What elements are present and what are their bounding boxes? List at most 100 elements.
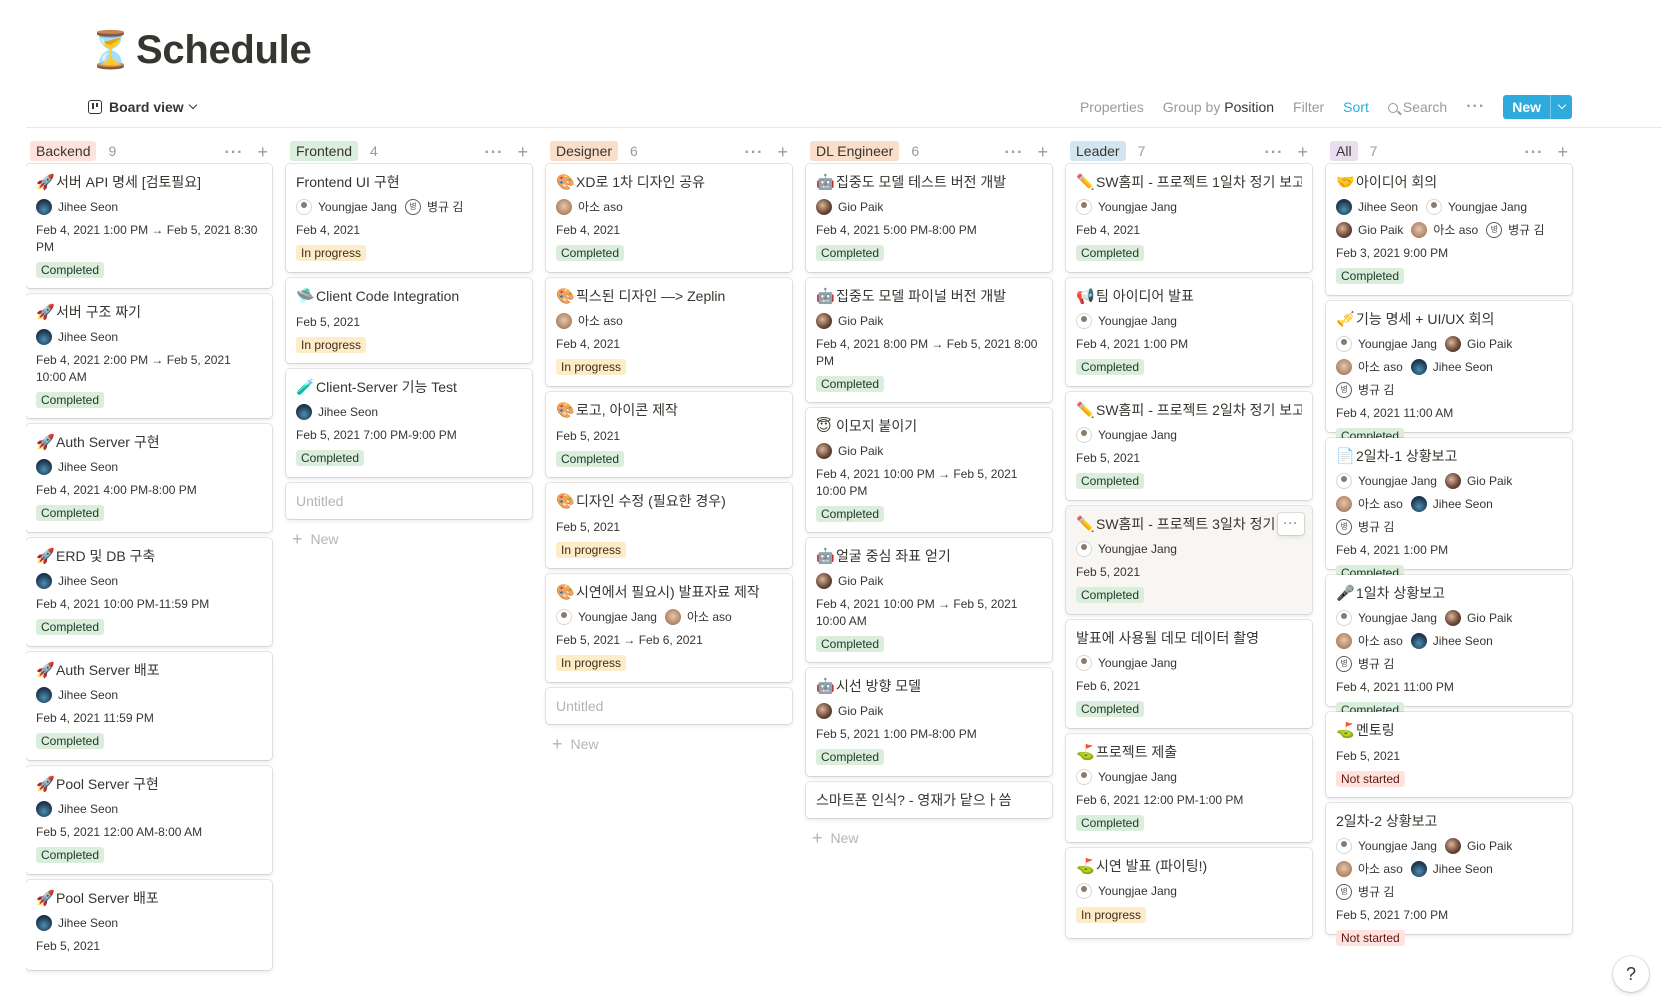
board-card[interactable]: 🎨 디자인 수정 (필요한 경우) Feb 5, 2021 In progress [546, 483, 792, 568]
board-card[interactable]: ✏️ SW홈피 - 프로젝트 1일차 정기 보고 Youngjae Jang Feb … [1066, 164, 1312, 272]
column-tag[interactable]: Frontend [290, 141, 359, 161]
board-card[interactable]: 🤖 집중도 모델 테스트 버전 개발 Gio Paik Feb 4, 2021 5:0… [806, 164, 1052, 272]
sort-button[interactable]: Sort [1343, 99, 1369, 115]
board-card[interactable]: 발표에 사용될 데모 데이터 촬영 Youngjae Jang Feb 6, 202… [1066, 620, 1312, 728]
card-title-text: XD로 1차 디자인 공유 [576, 174, 706, 190]
card-people: Youngjae Jang [1076, 427, 1302, 450]
person-tag: 병 병규 김 [1336, 519, 1394, 535]
person-tag: Gio Paik [816, 443, 883, 459]
board-card[interactable]: 스마트폰 인식? - 영재가 닽으ㅏ씀 [806, 782, 1052, 818]
board-card[interactable]: 🚀 Pool Server 구현 Jihee Seon Feb 5, 2021 12:… [26, 766, 272, 874]
board-card[interactable]: 🎨 로고, 아이콘 제작 Feb 5, 2021 Completed [546, 392, 792, 477]
board-card[interactable]: 🚀 Auth Server 배포 Jihee Seon Feb 4, 2021 11:… [26, 652, 272, 760]
filter-button[interactable]: Filter [1293, 99, 1324, 115]
board-card[interactable]: 🚀 서버 구조 짜기 Jihee Seon Feb 4, 2021 2:00 PM →… [26, 294, 272, 418]
board-card[interactable]: 🚀 Auth Server 구현 Jihee Seon Feb 4, 2021 4:0… [26, 424, 272, 532]
column-tag[interactable]: Designer [550, 141, 619, 161]
card-more-button[interactable]: ··· [1278, 513, 1304, 535]
board-card[interactable]: 🤖 얼굴 중심 좌표 얻기 Gio Paik Feb 4, 2021 10:00 PM… [806, 538, 1052, 662]
person-name: 아소 aso [578, 200, 623, 214]
group-by-button[interactable]: Group by Position [1163, 99, 1274, 115]
status-badge: Completed [1076, 815, 1145, 831]
add-card-button[interactable]: + New [552, 735, 599, 753]
more-options-button[interactable]: ··· [1466, 98, 1485, 116]
board-card[interactable]: 🛸 Client Code Integration Feb 5, 2021 In pr… [286, 278, 532, 363]
column-add-icon[interactable]: + [257, 142, 268, 163]
column-more-icon[interactable]: ··· [225, 144, 244, 162]
card-title-text: Client Code Integration [316, 288, 460, 304]
column-add-icon[interactable]: + [1297, 142, 1308, 163]
board-card[interactable]: 🎨 XD로 1차 디자인 공유 아소 aso Feb 4, 2021 Completed [546, 164, 792, 272]
add-card-button[interactable]: + New [292, 530, 339, 548]
properties-button[interactable]: Properties [1080, 99, 1144, 115]
column-add-icon[interactable]: + [1557, 142, 1568, 163]
column-tag[interactable]: Backend [30, 141, 97, 161]
card-people: Jihee Seon [36, 687, 262, 710]
board-card[interactable]: 🚀 서버 API 명세 [검토필요] Jihee Seon Feb 4, 2021 1… [26, 164, 272, 288]
new-button[interactable]: New [1503, 95, 1550, 119]
column-actions: ··· + [745, 142, 789, 163]
board-card[interactable]: 🧪 Client-Server 기능 Test Jihee Seon Feb 5, 2… [286, 369, 532, 477]
column-more-icon[interactable]: ··· [485, 144, 504, 162]
board-card[interactable]: 🤖 집중도 모델 파이널 버전 개발 Gio Paik Feb 4, 2021 8:0… [806, 278, 1052, 402]
hourglass-icon[interactable]: ⏳ [88, 29, 133, 71]
board-column: Leader 7 ··· + ✏️ SW홈피 - 프로젝트 1일차 정기 보고 Youngj… [1066, 136, 1314, 938]
column-add-icon[interactable]: + [777, 142, 788, 163]
card-title-text: Auth Server 배포 [56, 662, 160, 678]
board-card[interactable]: ⛳ 멘토링 Feb 5, 2021 Not started [1326, 712, 1572, 797]
board-card[interactable]: 📄 2일차-1 상황보고 Youngjae Jang Gio Paik 아소 aso Ji… [1326, 438, 1572, 581]
column-header: DL Engineer 6 ··· + [806, 136, 1054, 166]
column-header: Designer 6 ··· + [546, 136, 794, 166]
board-card[interactable]: ✏️ SW홈피 - 프로젝트 3일차 정기 보고 Youngjae Jang Feb … [1066, 506, 1312, 614]
column-add-icon[interactable]: + [517, 142, 528, 163]
board-card[interactable]: 🤖 시선 방향 모델 Gio Paik Feb 5, 2021 1:00 PM-8:0… [806, 668, 1052, 776]
board-card[interactable]: ✏️ SW홈피 - 프로젝트 2일차 정기 보고 Youngjae Jang Feb … [1066, 392, 1312, 500]
person-tag: 병 병규 김 [1336, 884, 1394, 900]
card-title-text: Client-Server 기능 Test [316, 379, 457, 395]
board-card[interactable]: 🎤 1일차 상황보고 Youngjae Jang Gio Paik 아소 aso Jihe… [1326, 575, 1572, 718]
board-card[interactable]: 😇 이모지 붙이기 Gio Paik Feb 4, 2021 10:00 PM → F… [806, 408, 1052, 532]
board-card[interactable]: ⛳ 프로젝트 제출 Youngjae Jang Feb 6, 2021 12:00 P… [1066, 734, 1312, 842]
board-card[interactable]: 🚀 Pool Server 배포 Jihee Seon Feb 5, 2021 [26, 880, 272, 970]
column-more-icon[interactable]: ··· [745, 144, 764, 162]
column-more-icon[interactable]: ··· [1265, 144, 1284, 162]
new-dropdown-button[interactable] [1550, 95, 1572, 119]
view-switcher[interactable]: Board view [88, 94, 197, 120]
card-date: Feb 5, 2021 [556, 429, 621, 443]
board-card[interactable]: 🎨 픽스된 디자인 —> Zeplin 아소 aso Feb 4, 2021 In pr… [546, 278, 792, 386]
board-card[interactable]: Frontend UI 구현 Youngjae Jang 병 병규 김 Feb 4, 2… [286, 164, 532, 272]
board-card[interactable]: ⛳ 시연 발표 (파이팅!) Youngjae Jang In progress [1066, 848, 1312, 938]
board-column: Backend 9 ··· + 🚀 서버 API 명세 [검토필요] Jihee Seon F… [26, 136, 274, 970]
column-tag[interactable]: Leader [1070, 141, 1126, 161]
add-card-button[interactable]: + New [812, 829, 859, 847]
avatar [816, 199, 832, 215]
person-tag: Youngjae Jang [1076, 199, 1177, 215]
card-people: Youngjae Jang 병 병규 김 [296, 199, 522, 222]
board-card[interactable]: Untitled [546, 688, 792, 724]
card-title-text: 얼굴 중심 좌표 얻기 [836, 548, 951, 564]
page-title[interactable]: Schedule [136, 28, 312, 73]
help-button[interactable]: ? [1613, 956, 1649, 992]
column-tag[interactable]: All [1330, 141, 1358, 161]
column-add-icon[interactable]: + [1037, 142, 1048, 163]
person-name: Jihee Seon [1432, 360, 1493, 374]
board-card[interactable]: 🤝 아이디어 회의 Jihee Seon Youngjae Jang Gio Paik 아… [1326, 164, 1572, 295]
board-card[interactable]: Untitled [286, 483, 532, 519]
column-tag[interactable]: DL Engineer [810, 141, 900, 161]
person-tag: Gio Paik [1444, 838, 1512, 854]
column-count: 6 [630, 143, 638, 159]
card-title-text: 시연 발표 (파이팅!) [1096, 858, 1208, 874]
board-card[interactable]: 🚀 ERD 및 DB 구축 Jihee Seon Feb 4, 2021 10:00 … [26, 538, 272, 646]
avatar [1336, 359, 1352, 375]
search-button[interactable]: Search [1387, 99, 1447, 115]
card-emoji-icon: 🎨 [556, 401, 575, 419]
person-name: Youngjae Jang [1098, 770, 1177, 784]
board-card[interactable]: 🎺 기능 명세 + UI/UX 회의 Youngjae Jang Gio Paik 아소… [1326, 301, 1572, 444]
column-more-icon[interactable]: ··· [1525, 144, 1544, 162]
board-card[interactable]: 📢 팀 아이디어 발표 Youngjae Jang Feb 4, 2021 1:00 … [1066, 278, 1312, 386]
column-more-icon[interactable]: ··· [1005, 144, 1024, 162]
card-people: Jihee Seon [36, 915, 262, 938]
board-card[interactable]: 🎨 시연에서 필요시) 발표자료 제작 Youngjae Jang 아소 aso Feb… [546, 574, 792, 682]
search-icon [1387, 103, 1398, 113]
board-card[interactable]: 2일차-2 상황보고 Youngjae Jang Gio Paik 아소 aso Jih… [1326, 803, 1572, 946]
